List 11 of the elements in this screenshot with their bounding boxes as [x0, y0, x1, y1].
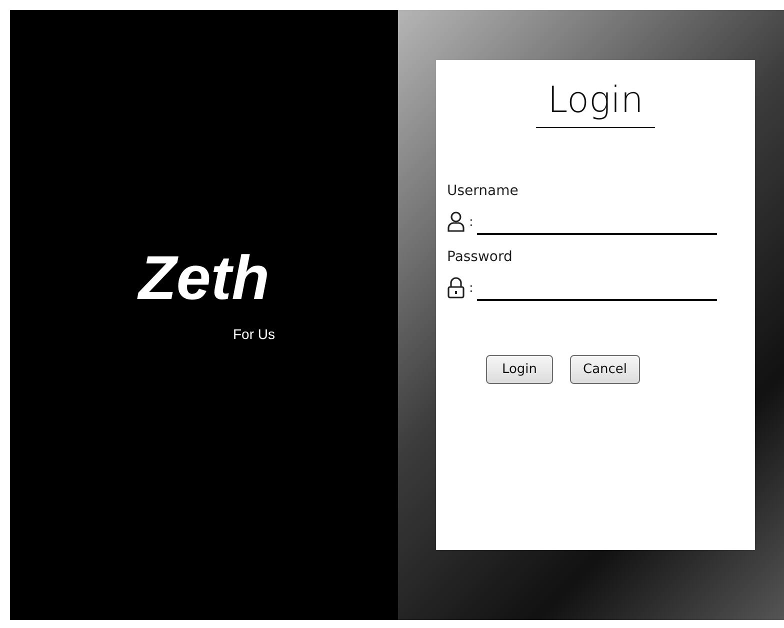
colon-separator: :: [469, 280, 474, 296]
logo-text: Zeth: [138, 248, 270, 310]
tagline: For Us: [233, 326, 275, 342]
login-title: Login: [536, 80, 656, 128]
colon-separator: :: [469, 214, 474, 230]
user-icon: [447, 211, 465, 233]
field-label: Password: [447, 249, 514, 265]
field-label: Username: [447, 183, 520, 199]
lock-icon: [447, 277, 465, 299]
cancel-button[interactable]: Cancel: [570, 355, 640, 384]
login-button[interactable]: Login: [486, 355, 553, 384]
